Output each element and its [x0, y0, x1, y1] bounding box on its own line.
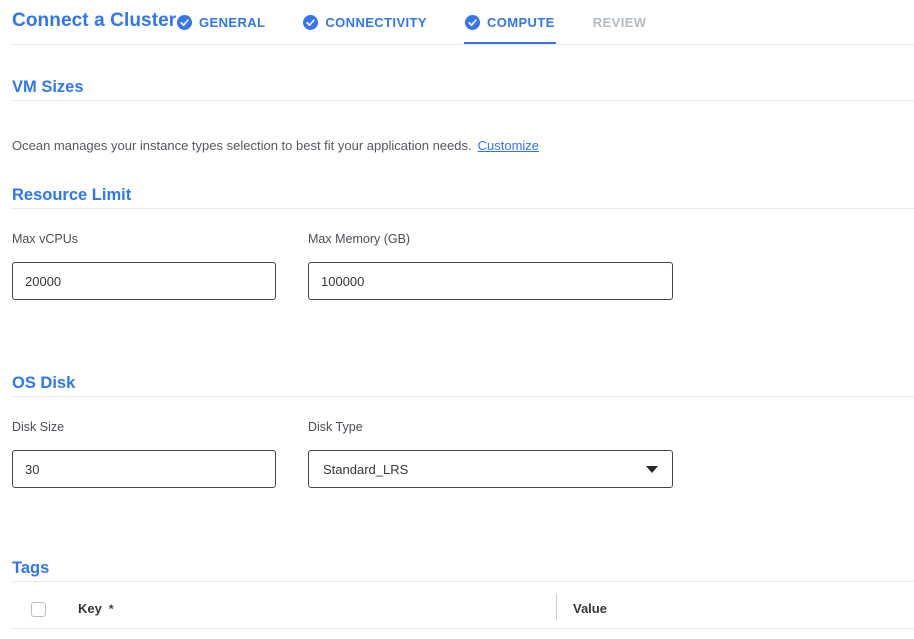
tags-header-bottom-divider: [12, 628, 914, 629]
check-circle-icon: [303, 15, 318, 30]
page-title: Connect a Cluster: [12, 10, 176, 32]
section-divider: [12, 100, 914, 101]
os-disk-heading: OS Disk: [12, 374, 75, 393]
tab-label: COMPUTE: [487, 15, 555, 30]
column-separator: [556, 594, 557, 620]
tab-label: REVIEW: [593, 15, 647, 30]
max-vcpus-input[interactable]: [12, 262, 276, 300]
disk-type-selected-value: Standard_LRS: [323, 462, 408, 477]
tags-heading: Tags: [12, 559, 49, 578]
resource-limit-heading: Resource Limit: [12, 186, 131, 205]
vm-sizes-description: Ocean manages your instance types select…: [12, 138, 539, 153]
check-circle-icon: [465, 15, 480, 30]
tab-connectivity[interactable]: CONNECTIVITY: [303, 0, 427, 45]
section-divider: [12, 208, 914, 209]
disk-size-label: Disk Size: [12, 420, 64, 434]
description-text: Ocean manages your instance types select…: [12, 138, 472, 153]
max-memory-input[interactable]: [308, 262, 673, 300]
check-circle-icon: [177, 15, 192, 30]
connect-cluster-wizard: Connect a Cluster GENERAL CONNECTIVITY C…: [0, 0, 914, 639]
section-divider: [12, 396, 914, 397]
max-memory-label: Max Memory (GB): [308, 232, 410, 246]
wizard-steps: GENERAL CONNECTIVITY COMPUTE REVIEW: [177, 0, 646, 45]
disk-size-input[interactable]: [12, 450, 276, 488]
header-divider: [12, 44, 914, 45]
tab-general[interactable]: GENERAL: [177, 0, 265, 45]
tags-value-column-header: Value: [573, 601, 607, 616]
required-marker: *: [109, 602, 114, 616]
tab-review[interactable]: REVIEW: [593, 0, 647, 45]
customize-link[interactable]: Customize: [478, 138, 539, 153]
tab-label: CONNECTIVITY: [325, 15, 427, 30]
vm-sizes-heading: VM Sizes: [12, 78, 84, 97]
disk-type-label: Disk Type: [308, 420, 363, 434]
tab-label: GENERAL: [199, 15, 265, 30]
max-vcpus-label: Max vCPUs: [12, 232, 78, 246]
section-divider: [12, 581, 914, 582]
chevron-down-icon: [646, 466, 658, 473]
tags-key-column-header: Key *: [78, 601, 114, 616]
tags-select-all-checkbox[interactable]: [31, 602, 46, 617]
disk-type-select[interactable]: Standard_LRS: [308, 450, 673, 488]
tab-compute[interactable]: COMPUTE: [465, 0, 555, 45]
key-header-label: Key: [78, 601, 102, 616]
